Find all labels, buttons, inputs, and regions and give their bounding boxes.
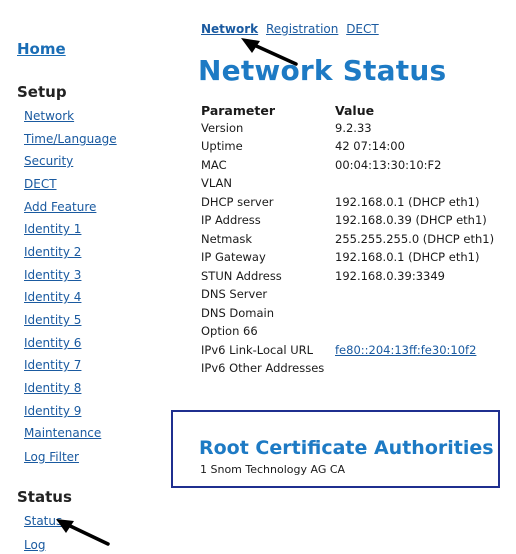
tab-dect[interactable]: DECT <box>346 22 379 36</box>
header-parameter: Parameter <box>201 103 275 118</box>
param-label: IPv6 Other Addresses <box>201 361 325 375</box>
param-label: Uptime <box>201 139 243 153</box>
sidebar-item-add-feature[interactable]: Add Feature <box>24 200 96 214</box>
param-value: 192.168.0.39:3349 <box>335 269 445 283</box>
param-value: 42 07:14:00 <box>335 139 405 153</box>
ipv6-link-local-url-link[interactable]: fe80::204:13ff:fe30:10f2 <box>335 343 476 357</box>
param-label: MAC <box>201 158 227 172</box>
sidebar-item-log-filter[interactable]: Log Filter <box>24 450 79 464</box>
setup-section-title: Setup <box>17 83 67 101</box>
sidebar: Home Setup Network Time/Language Securit… <box>0 0 190 554</box>
sidebar-item-identity-9[interactable]: Identity 9 <box>24 404 81 418</box>
annotation-arrow-icon <box>56 519 110 546</box>
param-label: Version <box>201 121 244 135</box>
param-label: DNS Domain <box>201 306 275 320</box>
param-label: IP Gateway <box>201 250 266 264</box>
root-ca-panel: Root Certificate Authorities 1 Snom Tech… <box>171 410 500 488</box>
sidebar-item-security[interactable]: Security <box>24 154 73 168</box>
param-label: VLAN <box>201 176 233 190</box>
root-ca-item: 1 Snom Technology AG CA <box>200 463 346 476</box>
param-label: Option 66 <box>201 324 258 338</box>
sidebar-item-identity-8[interactable]: Identity 8 <box>24 381 81 395</box>
sidebar-item-dect[interactable]: DECT <box>24 177 57 191</box>
sidebar-item-identity-3[interactable]: Identity 3 <box>24 268 81 282</box>
sidebar-item-identity-1[interactable]: Identity 1 <box>24 222 81 236</box>
param-label: IPv6 Link-Local URL <box>201 343 314 357</box>
home-link[interactable]: Home <box>17 40 66 58</box>
status-section-title: Status <box>17 488 72 506</box>
header-value: Value <box>335 103 375 118</box>
sidebar-item-identity-7[interactable]: Identity 7 <box>24 358 81 372</box>
param-value: 00:04:13:30:10:F2 <box>335 158 442 172</box>
param-value: 255.255.255.0 (DHCP eth1) <box>335 232 495 246</box>
root-ca-title: Root Certificate Authorities <box>199 437 494 459</box>
param-value: 9.2.33 <box>335 121 372 135</box>
param-value: 192.168.0.1 (DHCP eth1) <box>335 250 480 264</box>
param-label: STUN Address <box>201 269 282 283</box>
sidebar-item-identity-6[interactable]: Identity 6 <box>24 336 81 350</box>
sidebar-item-network[interactable]: Network <box>24 109 74 123</box>
param-value: 192.168.0.1 (DHCP eth1) <box>335 195 480 209</box>
sidebar-item-maintenance[interactable]: Maintenance <box>24 426 101 440</box>
sidebar-item-time-language[interactable]: Time/Language <box>24 132 117 146</box>
param-label: IP Address <box>201 213 261 227</box>
sidebar-item-identity-5[interactable]: Identity 5 <box>24 313 81 327</box>
param-value: 192.168.0.39 (DHCP eth1) <box>335 213 487 227</box>
sidebar-item-log[interactable]: Log <box>24 538 45 552</box>
param-label: DNS Server <box>201 287 268 301</box>
sidebar-item-identity-4[interactable]: Identity 4 <box>24 290 81 304</box>
sidebar-item-identity-2[interactable]: Identity 2 <box>24 245 81 259</box>
param-label: DHCP server <box>201 195 274 209</box>
page-title: Network Status <box>198 54 447 87</box>
param-label: Netmask <box>201 232 253 246</box>
